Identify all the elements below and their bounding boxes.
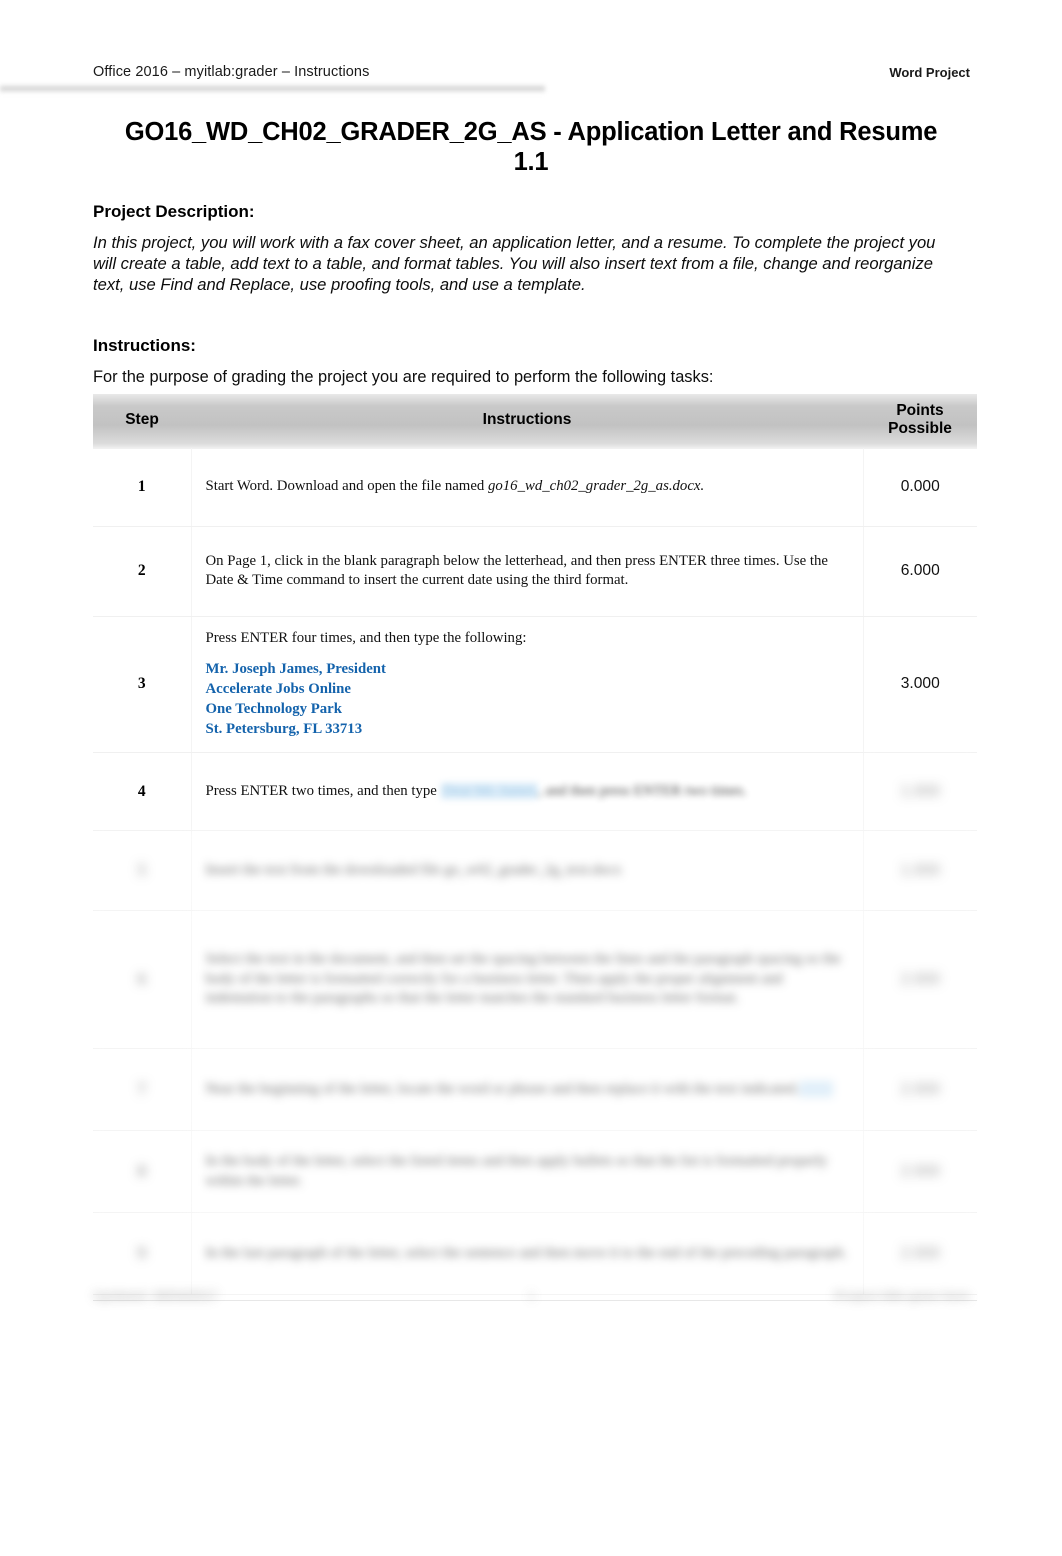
header-right-text: Word Project bbox=[889, 65, 970, 80]
project-description-body: In this project, you will work with a fa… bbox=[93, 233, 936, 295]
page-title: GO16_WD_CH02_GRADER_2G_AS - Application … bbox=[124, 118, 938, 176]
header-left-text: Office 2016 – myitlab:grader – Instructi… bbox=[93, 64, 370, 80]
header-rule bbox=[0, 84, 545, 93]
cell-instruction: In the body of the letter, select the li… bbox=[191, 1130, 864, 1214]
instruction-redacted-highlight: Dear Mr. James bbox=[440, 782, 538, 799]
table-row: 2 On Page 1, click in the blank paragrap… bbox=[93, 525, 977, 617]
table-row: 9 In the last paragraph of the letter, s… bbox=[93, 1212, 977, 1296]
cell-step-number: 8 bbox=[93, 1130, 192, 1214]
cell-points: 1.000 bbox=[863, 752, 977, 832]
cell-instruction: On Page 1, click in the blank paragraph … bbox=[191, 525, 864, 617]
grader-task-table: Step Instructions Points Possible 1 Star… bbox=[93, 394, 977, 1296]
cell-instruction: Insert the text from the downloaded file… bbox=[191, 830, 864, 912]
address-line: One Technology Park bbox=[205, 701, 342, 718]
instruction-text: Start Word. Download and open the file n… bbox=[205, 478, 488, 495]
cell-instruction: Start Word. Download and open the file n… bbox=[191, 447, 864, 527]
cell-points: 2.000 bbox=[863, 910, 977, 1050]
cell-points: 1.000 bbox=[863, 830, 977, 912]
instruction-redacted-highlight bbox=[799, 1080, 833, 1097]
cell-points: 0.000 bbox=[863, 447, 977, 527]
table-row: 5 Insert the text from the downloaded fi… bbox=[93, 830, 977, 912]
cell-step-number: 3 bbox=[93, 615, 192, 754]
cell-points: 2.000 bbox=[863, 1130, 977, 1214]
document-page: Office 2016 – myitlab:grader – Instructi… bbox=[0, 0, 1062, 1556]
instruction-text: Press ENTER two times, and then type bbox=[205, 782, 441, 799]
instruction-filename: go16_wd_ch02_grader_2g_as.docx. bbox=[487, 478, 705, 495]
table-row: 7 Near the beginning of the letter, loca… bbox=[93, 1048, 977, 1132]
table-row: 1 Start Word. Download and open the file… bbox=[93, 447, 977, 527]
footer-right-text: Project title goes here bbox=[834, 1288, 970, 1303]
footer-page-number: 1 bbox=[527, 1288, 536, 1303]
table-row: 4 Press ENTER two times, and then type D… bbox=[93, 752, 977, 832]
table-row: 6 Select the text in the document, and t… bbox=[93, 910, 977, 1050]
cell-points: 6.000 bbox=[863, 525, 977, 617]
cell-step-number: 7 bbox=[93, 1048, 192, 1132]
cell-instruction: In the last paragraph of the letter, sel… bbox=[191, 1212, 864, 1296]
instruction-redacted-text: Near the beginning of the letter, locate… bbox=[205, 1080, 800, 1097]
instructions-lead-text: For the purpose of grading the project y… bbox=[93, 368, 714, 386]
instructions-heading: Instructions: bbox=[93, 336, 196, 355]
instruction-address-block: Mr. Joseph James, President Accelerate J… bbox=[206, 660, 849, 740]
cell-step-number: 9 bbox=[93, 1212, 192, 1296]
cell-points: 2.000 bbox=[863, 1212, 977, 1296]
cell-instruction: Press ENTER four times, and then type th… bbox=[191, 615, 864, 754]
column-header-points: Points Possible bbox=[863, 394, 977, 449]
address-line: St. Petersburg, FL 33713 bbox=[205, 721, 363, 738]
cell-points: 2.000 bbox=[863, 1048, 977, 1132]
document-footer: Updated: 08/04/2017 1 Project title goes… bbox=[93, 1288, 970, 1316]
cell-step-number: 6 bbox=[93, 910, 192, 1050]
project-description-heading: Project Description: bbox=[93, 202, 255, 221]
column-header-step: Step bbox=[93, 394, 191, 449]
instruction-text: Press ENTER four times, and then type th… bbox=[205, 629, 527, 646]
cell-step-number: 5 bbox=[93, 830, 192, 912]
cell-instruction: Near the beginning of the letter, locate… bbox=[191, 1048, 864, 1132]
table-row: 8 In the body of the letter, select the … bbox=[93, 1130, 977, 1214]
address-line: Accelerate Jobs Online bbox=[205, 681, 351, 698]
cell-step-number: 2 bbox=[93, 525, 192, 617]
cell-step-number: 1 bbox=[93, 447, 192, 527]
table-row: 3 Press ENTER four times, and then type … bbox=[93, 615, 977, 754]
column-header-instructions: Instructions bbox=[191, 394, 863, 449]
address-line: Mr. Joseph James, President bbox=[205, 661, 386, 678]
instruction-redacted-tail: , and then press ENTER two times. bbox=[537, 782, 747, 799]
cell-instruction: Press ENTER two times, and then type Dea… bbox=[191, 752, 864, 832]
cell-instruction: Select the text in the document, and the… bbox=[191, 910, 864, 1050]
cell-points: 3.000 bbox=[863, 615, 977, 754]
table-header-row: Step Instructions Points Possible bbox=[93, 394, 977, 449]
footer-left-text: Updated: 08/04/2017 bbox=[93, 1288, 219, 1303]
cell-step-number: 4 bbox=[93, 752, 192, 832]
